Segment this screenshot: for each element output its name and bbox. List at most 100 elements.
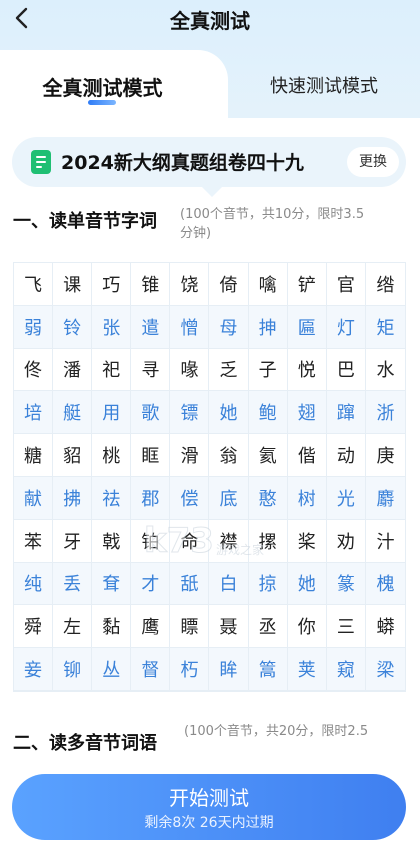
character-cell: 苯 <box>14 519 54 563</box>
character-cell: 眸 <box>209 648 249 691</box>
character-cell: 翁 <box>209 434 249 477</box>
character-cell: 拂 <box>53 476 93 520</box>
character-cell: 绺 <box>365 263 405 306</box>
test-content: 2024新大纲真题组卷四十九 更换 一、读单音节字词 (100个音节，共10分，… <box>0 118 420 758</box>
character-cell: 梁 <box>365 648 405 691</box>
tab-quick-test[interactable]: 快速测试模式 <box>228 50 420 120</box>
character-cell: 督 <box>131 648 171 691</box>
character-cell: 桃 <box>92 434 132 477</box>
section-heading: 一、读单音节字词 <box>13 211 157 232</box>
character-cell: 祀 <box>92 348 132 392</box>
character-cell: 用 <box>92 391 132 435</box>
tab-indicator <box>88 100 116 105</box>
document-icon <box>31 150 51 174</box>
header: 全真测试 <box>0 0 420 40</box>
character-cell: 丞 <box>248 605 288 649</box>
character-cell: 滑 <box>170 434 210 477</box>
character-cell: 巴 <box>326 348 366 392</box>
character-cell: 氦 <box>248 434 288 477</box>
swap-paper-button[interactable]: 更换 <box>347 147 399 177</box>
character-cell: 巧 <box>92 263 132 306</box>
character-cell: 她 <box>209 391 249 435</box>
character-cell: 歌 <box>131 391 171 435</box>
character-cell: 鹰 <box>131 605 171 649</box>
character-cell: 培 <box>14 391 54 435</box>
character-cell: 纯 <box>14 562 54 606</box>
character-cell: 戟 <box>92 519 132 563</box>
character-cell: 舐 <box>170 562 210 606</box>
character-cell: 寻 <box>131 348 171 392</box>
character-cell: 匾 <box>287 305 327 349</box>
bottom-bar: 开始测试 剩余8次 26天内过期 <box>0 758 420 843</box>
character-cell: 悦 <box>287 348 327 392</box>
section-note-line: (100个音节，共20分，限时2.5 <box>184 724 369 739</box>
character-cell: 汁 <box>365 519 405 563</box>
character-cell: 郡 <box>131 476 171 520</box>
character-cell: 喙 <box>170 348 210 392</box>
character-cell: 灯 <box>326 305 366 349</box>
tab-full-test-label: 全真测试模式 <box>42 76 163 100</box>
character-cell: 聂 <box>209 605 249 649</box>
character-cell: 飞 <box>14 263 54 306</box>
character-cell: 遣 <box>131 305 171 349</box>
character-cell: 耷 <box>92 562 132 606</box>
page-title: 全真测试 <box>170 9 250 33</box>
character-cell: 庚 <box>365 434 405 477</box>
character-cell: 你 <box>287 605 327 649</box>
character-cell: 麝 <box>365 476 405 520</box>
character-cell: 抻 <box>248 305 288 349</box>
character-cell: 憨 <box>248 476 288 520</box>
character-cell: 白 <box>209 562 249 606</box>
character-cell: 噙 <box>248 263 288 306</box>
svg-text:游戏之家: 游戏之家 <box>216 542 264 557</box>
character-cell: 妾 <box>14 648 54 691</box>
character-grid: 飞课巧锥饶倚噙铲官绺弱铃张遣憎母抻匾灯矩佟潘祀寻喙乏子悦巴水培艇用歌镖她鲍翅蹿浙… <box>13 262 406 692</box>
character-cell: 牙 <box>53 519 93 563</box>
character-cell: 佟 <box>14 348 54 392</box>
character-cell: 献 <box>14 476 54 520</box>
section-note-line: (100个音节，共10分，限时3.5 <box>180 207 365 222</box>
character-cell: 朽 <box>170 648 210 691</box>
character-cell: 舜 <box>14 605 54 649</box>
character-cell: 篆 <box>326 562 366 606</box>
tab-full-test[interactable]: 全真测试模式 <box>0 50 228 120</box>
character-cell: 底 <box>209 476 249 520</box>
character-cell: 饶 <box>170 263 210 306</box>
character-cell: 祛 <box>92 476 132 520</box>
character-cell: 浙 <box>365 391 405 435</box>
character-cell: 官 <box>326 263 366 306</box>
character-cell: 树 <box>287 476 327 520</box>
svg-text:k73: k73 <box>144 521 214 561</box>
character-cell: 潘 <box>53 348 93 392</box>
character-cell: 蹿 <box>326 391 366 435</box>
section-note: (100个音节，共20分，限时2.5 <box>184 722 368 741</box>
character-cell: 光 <box>326 476 366 520</box>
character-cell: 课 <box>53 263 93 306</box>
section-note-line: 分钟) <box>180 226 212 241</box>
paper-card: 2024新大纲真题组卷四十九 更换 <box>12 137 406 197</box>
section-note: (100个音节，共10分，限时3.5 分钟) <box>180 205 364 243</box>
character-cell: 糖 <box>14 434 54 477</box>
character-cell: 锥 <box>131 263 171 306</box>
character-cell: 左 <box>53 605 93 649</box>
character-cell: 铲 <box>287 263 327 306</box>
character-cell: 弱 <box>14 305 54 349</box>
character-cell: 子 <box>248 348 288 392</box>
character-cell: 丢 <box>53 562 93 606</box>
character-cell: 瞟 <box>170 605 210 649</box>
character-cell: 她 <box>287 562 327 606</box>
character-cell: 动 <box>326 434 366 477</box>
character-cell: 矩 <box>365 305 405 349</box>
character-cell: 偕 <box>287 434 327 477</box>
character-cell: 掠 <box>248 562 288 606</box>
character-cell: 黏 <box>92 605 132 649</box>
tab-quick-test-label: 快速测试模式 <box>270 76 378 97</box>
character-cell: 篙 <box>248 648 288 691</box>
character-cell: 偿 <box>170 476 210 520</box>
character-cell: 貂 <box>53 434 93 477</box>
character-cell: 艇 <box>53 391 93 435</box>
character-cell: 铆 <box>53 648 93 691</box>
character-cell: 窥 <box>326 648 366 691</box>
character-cell: 三 <box>326 605 366 649</box>
start-test-button[interactable]: 开始测试 剩余8次 26天内过期 <box>12 774 406 840</box>
